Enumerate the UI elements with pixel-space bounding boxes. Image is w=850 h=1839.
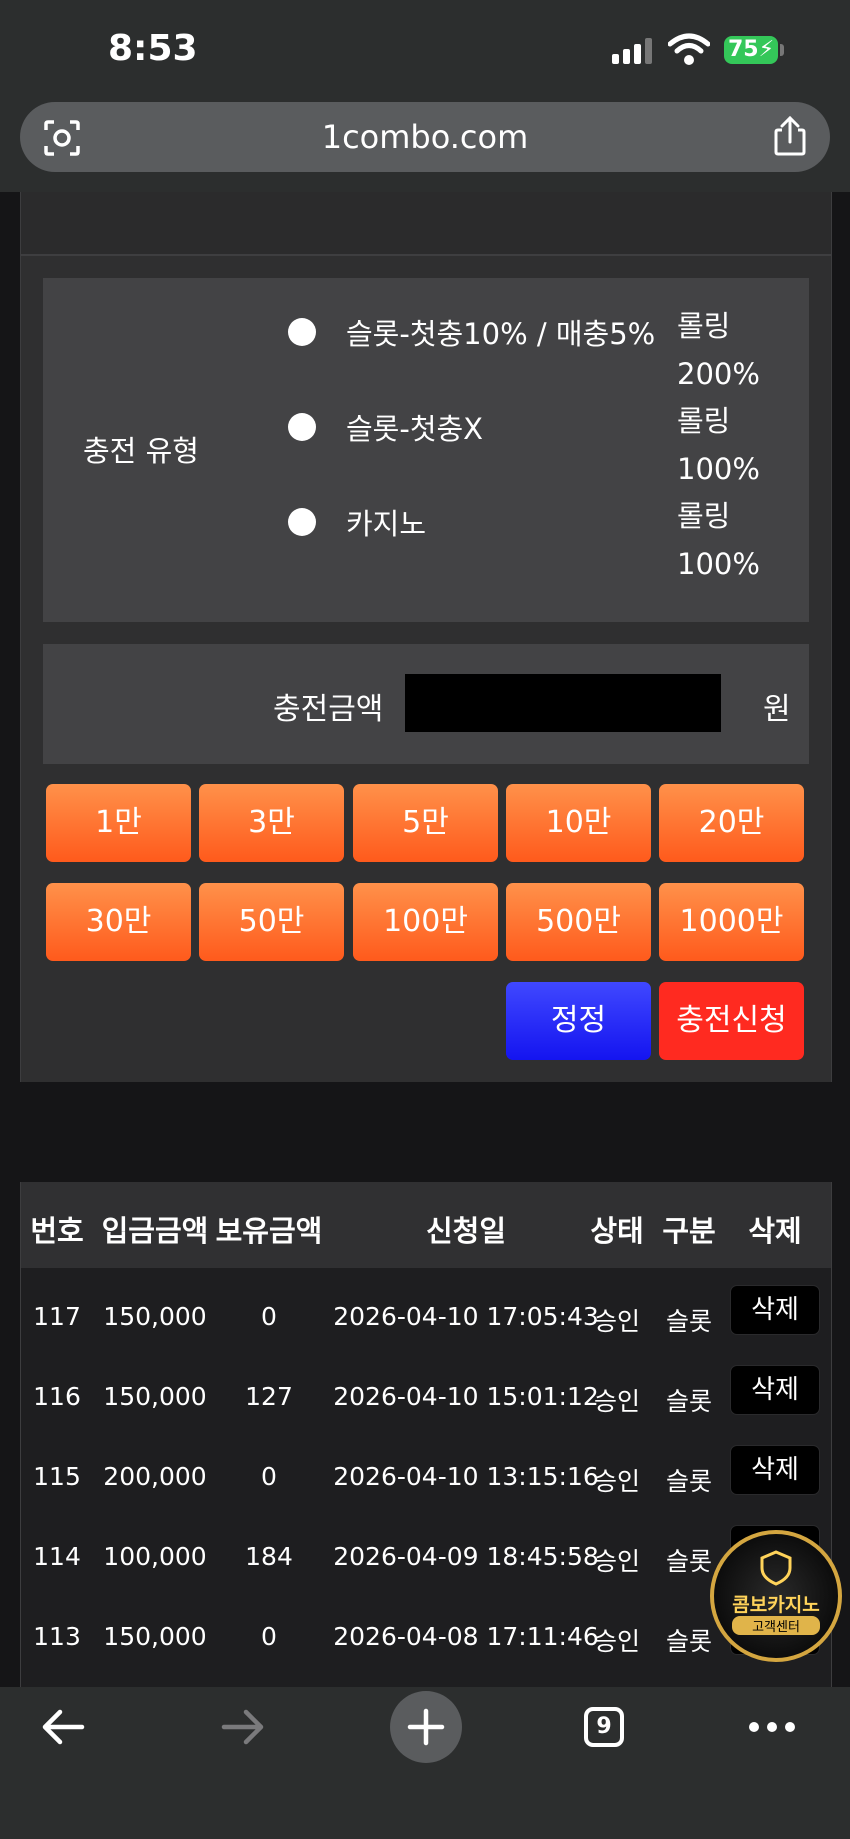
battery-level: 75 [727, 37, 759, 62]
cell-balance: 0 [261, 1462, 277, 1491]
status-bar: 8:53 75⚡ [0, 0, 850, 100]
amount-button-9[interactable]: 500만 [506, 883, 651, 961]
clock: 8:53 [108, 28, 198, 69]
amount-button-3[interactable]: 5만 [353, 784, 498, 862]
cell-status: 승인 [593, 1307, 640, 1336]
shield-icon [760, 1550, 792, 1586]
table-header: 번호 입금금액 보유금액 신청일 상태 구분 삭제 [21, 1182, 831, 1268]
option-1-rolling: 롤링 200% [677, 309, 760, 391]
amount-button-8[interactable]: 100만 [353, 883, 498, 961]
cell-status: 승인 [593, 1467, 640, 1496]
forward-arrow-icon[interactable] [220, 1707, 266, 1747]
amount-label: 충전금액 [273, 692, 384, 727]
charge-type-box: 충전 유형 슬롯-첫충10% / 매충5% 롤링 200% 슬롯-첫충X 롤링 … [43, 278, 809, 622]
back-arrow-icon[interactable] [40, 1707, 86, 1747]
cell-date: 2026-04-10 17:05:43 [333, 1302, 599, 1331]
delete-button[interactable]: 삭제 [731, 1366, 819, 1414]
cell-type: 슬롯 [665, 1467, 712, 1496]
table-row: 117 150,000 0 2026-04-10 17:05:43 승인 슬롯 … [21, 1278, 831, 1358]
amount-input[interactable] [405, 674, 721, 732]
share-icon[interactable] [770, 114, 810, 158]
option-3-label: 카지노 [346, 507, 427, 541]
url-text: 1combo.com [321, 118, 529, 156]
option-2-rolling: 롤링 100% [677, 404, 760, 486]
cell-deposit: 150,000 [103, 1302, 207, 1331]
cell-number: 117 [33, 1302, 81, 1331]
header-balance: 보유금액 [215, 1214, 323, 1248]
charge-panel: 충전 유형 슬롯-첫충10% / 매충5% 롤링 200% 슬롯-첫충X 롤링 … [20, 192, 832, 1082]
cell-type: 슬롯 [665, 1627, 712, 1656]
battery-icon: 75⚡ [724, 36, 778, 64]
wifi-icon [668, 33, 710, 65]
cell-date: 2026-04-09 18:45:58 [333, 1542, 599, 1571]
option-3-rolling: 롤링 100% [677, 499, 760, 581]
table-row: 115 200,000 0 2026-04-10 13:15:16 승인 슬롯 … [21, 1438, 831, 1518]
more-icon[interactable] [748, 1721, 796, 1733]
battery-tip [780, 44, 784, 56]
option-1-label: 슬롯-첫충10% / 매충5% [346, 317, 656, 351]
cell-status: 승인 [593, 1547, 640, 1576]
amount-button-7[interactable]: 50만 [199, 883, 344, 961]
cell-number: 114 [33, 1542, 81, 1571]
header-type: 구분 [662, 1214, 716, 1248]
header-deposit: 입금금액 [101, 1214, 209, 1248]
page-content: 충전 유형 슬롯-첫충10% / 매충5% 롤링 200% 슬롯-첫충X 롤링 … [0, 192, 850, 1687]
currency-unit: 원 [763, 692, 791, 727]
table-row: 114 100,000 184 2026-04-09 18:45:58 승인 슬… [21, 1518, 831, 1598]
cell-deposit: 200,000 [103, 1462, 207, 1491]
delete-button[interactable]: 삭제 [731, 1446, 819, 1494]
option-2-label: 슬롯-첫충X [346, 412, 484, 446]
amount-button-1[interactable]: 1만 [46, 784, 191, 862]
cell-number: 116 [33, 1382, 81, 1411]
table-row: 116 150,000 127 2026-04-10 15:01:12 승인 슬… [21, 1358, 831, 1438]
amount-box: 충전금액 원 [43, 644, 809, 764]
header-number: 번호 [30, 1214, 84, 1248]
tabs-button[interactable]: 9 [584, 1707, 624, 1747]
cell-status: 승인 [593, 1627, 640, 1656]
reset-button[interactable]: 정정 [506, 982, 651, 1060]
cell-status: 승인 [593, 1387, 640, 1416]
browser-bottom-bar: 9 [0, 1687, 850, 1839]
cell-number: 115 [33, 1462, 81, 1491]
badge-title: 콤보카지노 [732, 1594, 820, 1616]
cell-type: 슬롯 [665, 1387, 712, 1416]
delete-button[interactable]: 삭제 [731, 1286, 819, 1334]
address-bar[interactable]: 1combo.com [20, 102, 830, 172]
plus-icon [407, 1708, 445, 1746]
cell-deposit: 150,000 [103, 1622, 207, 1651]
header-status: 상태 [590, 1214, 644, 1248]
radio-option-3[interactable] [288, 508, 316, 536]
cell-deposit: 150,000 [103, 1382, 207, 1411]
header-date: 신청일 [425, 1214, 507, 1248]
cell-balance: 184 [245, 1542, 293, 1571]
cell-number: 113 [33, 1622, 81, 1651]
header-delete: 삭제 [748, 1214, 802, 1248]
cell-type: 슬롯 [665, 1307, 712, 1336]
cell-balance: 127 [245, 1382, 293, 1411]
amount-button-6[interactable]: 30만 [46, 883, 191, 961]
apply-button[interactable]: 충전신청 [659, 982, 804, 1060]
browser-toolbar: 1combo.com [0, 100, 850, 192]
radio-option-2[interactable] [288, 413, 316, 441]
amount-button-10[interactable]: 1000만 [659, 883, 804, 961]
cell-date: 2026-04-08 17:11:46 [333, 1622, 599, 1651]
amount-button-5[interactable]: 20만 [659, 784, 804, 862]
cell-balance: 0 [261, 1302, 277, 1331]
cell-balance: 0 [261, 1622, 277, 1651]
amount-button-4[interactable]: 10만 [506, 784, 651, 862]
badge-subtitle: 고객센터 [732, 1616, 820, 1635]
cell-deposit: 100,000 [103, 1542, 207, 1571]
amount-button-2[interactable]: 3만 [199, 784, 344, 862]
signal-icon [612, 38, 656, 64]
table-row: 113 150,000 0 2026-04-08 17:11:46 승인 슬롯 … [21, 1598, 831, 1678]
charge-history-table: 번호 입금금액 보유금액 신청일 상태 구분 삭제 117 150,000 0 … [20, 1182, 832, 1687]
new-tab-button[interactable] [390, 1691, 462, 1763]
customer-center-badge[interactable]: 콤보카지노 고객센터 [710, 1530, 842, 1662]
cell-date: 2026-04-10 15:01:12 [333, 1382, 599, 1411]
radio-option-1[interactable] [288, 318, 316, 346]
cell-date: 2026-04-10 13:15:16 [333, 1462, 599, 1491]
panel-header [21, 192, 831, 256]
charge-type-label: 충전 유형 [83, 434, 199, 468]
